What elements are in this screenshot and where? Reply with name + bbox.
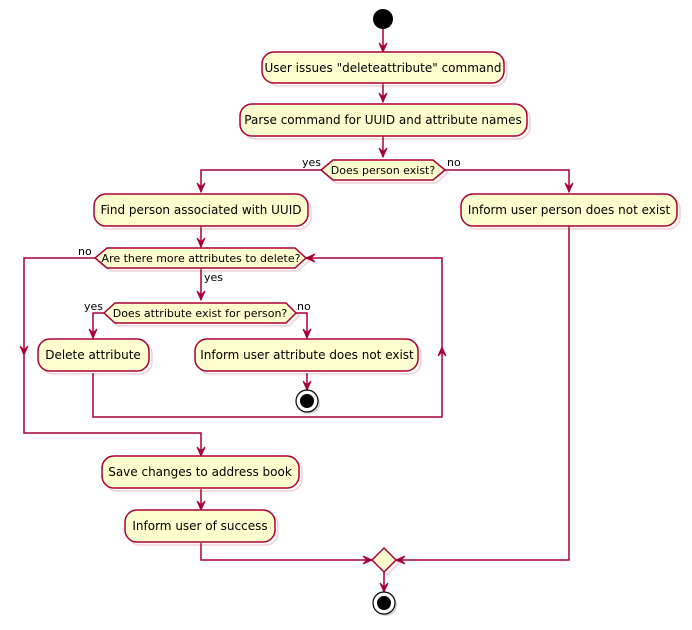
action-parse-command: Parse command for UUID and attribute nam… <box>239 103 531 140</box>
action-inform-attribute-missing: Inform user attribute does not exist <box>194 338 422 375</box>
edge-label-no: no <box>297 300 311 313</box>
activity-diagram: User issues "deleteattribute" command Pa… <box>19 9 681 616</box>
action-delete-attribute: Delete attribute <box>37 338 153 375</box>
edge-label-yes: yes <box>302 156 321 169</box>
action-label: Parse command for UUID and attribute nam… <box>244 113 521 127</box>
action-find-person: Find person associated with UUID <box>93 193 312 230</box>
action-issue-command: User issues "deleteattribute" command <box>261 51 508 87</box>
action-save-changes: Save changes to address book <box>101 455 303 492</box>
action-label: Inform user attribute does not exist <box>200 348 414 362</box>
decision-attribute-exists: Does attribute exist for person? <box>102 302 301 327</box>
decision-more-attributes: Are there more attributes to delete? <box>93 247 311 272</box>
end-node-attribute <box>295 389 320 414</box>
start-node <box>373 9 393 29</box>
edge-label-no: no <box>447 156 461 169</box>
action-label: Save changes to address book <box>108 465 292 479</box>
edge-label-no: no <box>78 245 92 258</box>
decision-label: Does person exist? <box>331 164 436 177</box>
action-inform-success: Inform user of success <box>124 509 279 546</box>
decision-label: Are there more attributes to delete? <box>102 252 301 265</box>
edge-label-yes: yes <box>204 271 223 284</box>
action-label: Inform user of success <box>132 519 267 533</box>
action-inform-person-missing: Inform user person does not exist <box>460 193 681 230</box>
edge-label-yes: yes <box>84 300 103 313</box>
action-label: Inform user person does not exist <box>468 203 671 217</box>
action-label: Find person associated with UUID <box>101 203 302 217</box>
action-label: User issues "deleteattribute" command <box>265 61 502 75</box>
merge-node <box>370 546 401 577</box>
end-node-final <box>372 591 397 616</box>
decision-person-exists: Does person exist? <box>319 159 450 184</box>
decision-label: Does attribute exist for person? <box>113 307 288 320</box>
action-label: Delete attribute <box>45 348 141 362</box>
